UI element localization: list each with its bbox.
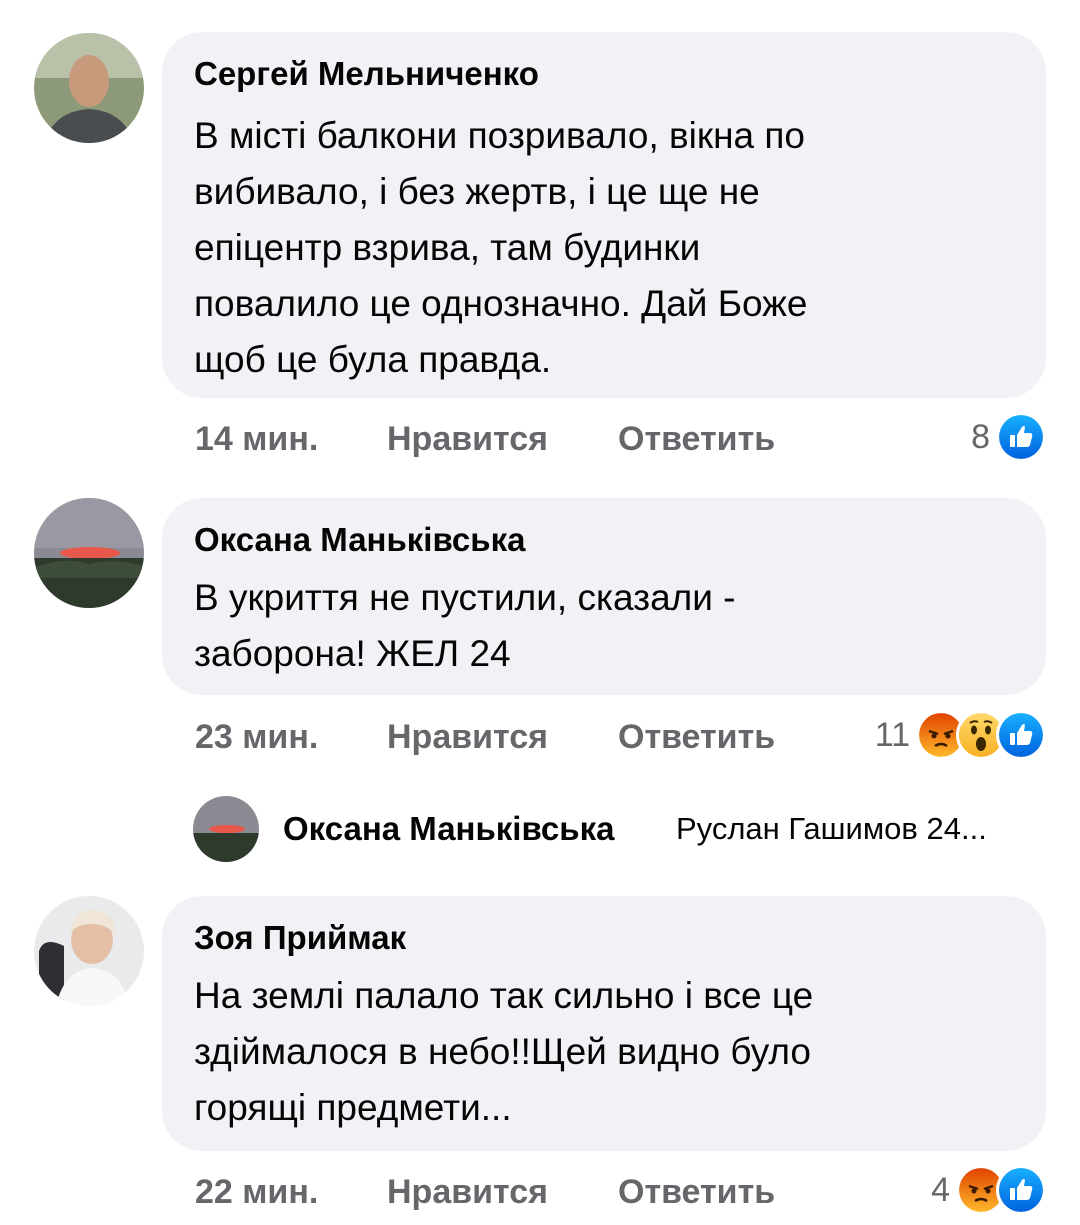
avatar[interactable] bbox=[193, 796, 259, 862]
like-icon bbox=[996, 412, 1046, 462]
reaction-summary[interactable]: 8 bbox=[971, 412, 1046, 462]
reply-author[interactable]: Оксана Маньківська bbox=[283, 810, 614, 848]
avatar[interactable] bbox=[34, 498, 144, 608]
reaction-count: 8 bbox=[971, 417, 990, 456]
comment-text: В місті балкони позривало, вікна по виби… bbox=[194, 115, 808, 380]
reply-button[interactable]: Ответить bbox=[618, 420, 775, 459]
like-button[interactable]: Нравится bbox=[387, 420, 548, 459]
reaction-count: 11 bbox=[874, 715, 910, 754]
like-button[interactable]: Нравится bbox=[387, 718, 548, 757]
comment-bubble: Зоя Приймак На землі палало так сильно і… bbox=[162, 896, 1046, 1151]
comment-text: В укриття не пустили, сказали - заборона… bbox=[194, 577, 736, 674]
avatar[interactable] bbox=[34, 33, 144, 143]
reply-snippet: Руслан Гашимов 24... bbox=[676, 811, 987, 846]
like-icon bbox=[996, 1165, 1046, 1215]
comment-author[interactable]: Зоя Приймак bbox=[194, 918, 406, 958]
comment-bubble: Оксана Маньківська В укриття не пустили,… bbox=[162, 498, 1046, 695]
like-button[interactable]: Нравится bbox=[387, 1173, 548, 1212]
like-icon bbox=[996, 710, 1046, 760]
comment-text: На землі палало так сильно і все це здій… bbox=[194, 975, 814, 1128]
avatar[interactable] bbox=[34, 896, 144, 1006]
comment-timestamp[interactable]: 22 мин. bbox=[195, 1173, 318, 1212]
reply-button[interactable]: Ответить bbox=[618, 1173, 775, 1212]
comment-timestamp[interactable]: 14 мин. bbox=[195, 420, 318, 459]
comment-actions: 23 мин. Нравится Ответить 11 bbox=[195, 710, 1046, 762]
comment-actions: 22 мин. Нравится Ответить 4 bbox=[195, 1165, 1046, 1217]
reply-button[interactable]: Ответить bbox=[618, 718, 775, 757]
comment-actions: 14 мин. Нравится Ответить 8 bbox=[195, 412, 1046, 464]
reaction-summary[interactable]: 11 bbox=[874, 710, 1046, 760]
reply-preview[interactable]: Оксана Маньківська Руслан Гашимов 24... bbox=[193, 796, 1043, 862]
comment-timestamp[interactable]: 23 мин. bbox=[195, 718, 318, 757]
comment-bubble: Сергей Мельниченко В місті балкони позри… bbox=[162, 32, 1046, 398]
reaction-count: 4 bbox=[931, 1170, 950, 1209]
reaction-summary[interactable]: 4 bbox=[931, 1165, 1046, 1215]
comment-author[interactable]: Сергей Мельниченко bbox=[194, 54, 539, 94]
comment-author[interactable]: Оксана Маньківська bbox=[194, 520, 525, 560]
